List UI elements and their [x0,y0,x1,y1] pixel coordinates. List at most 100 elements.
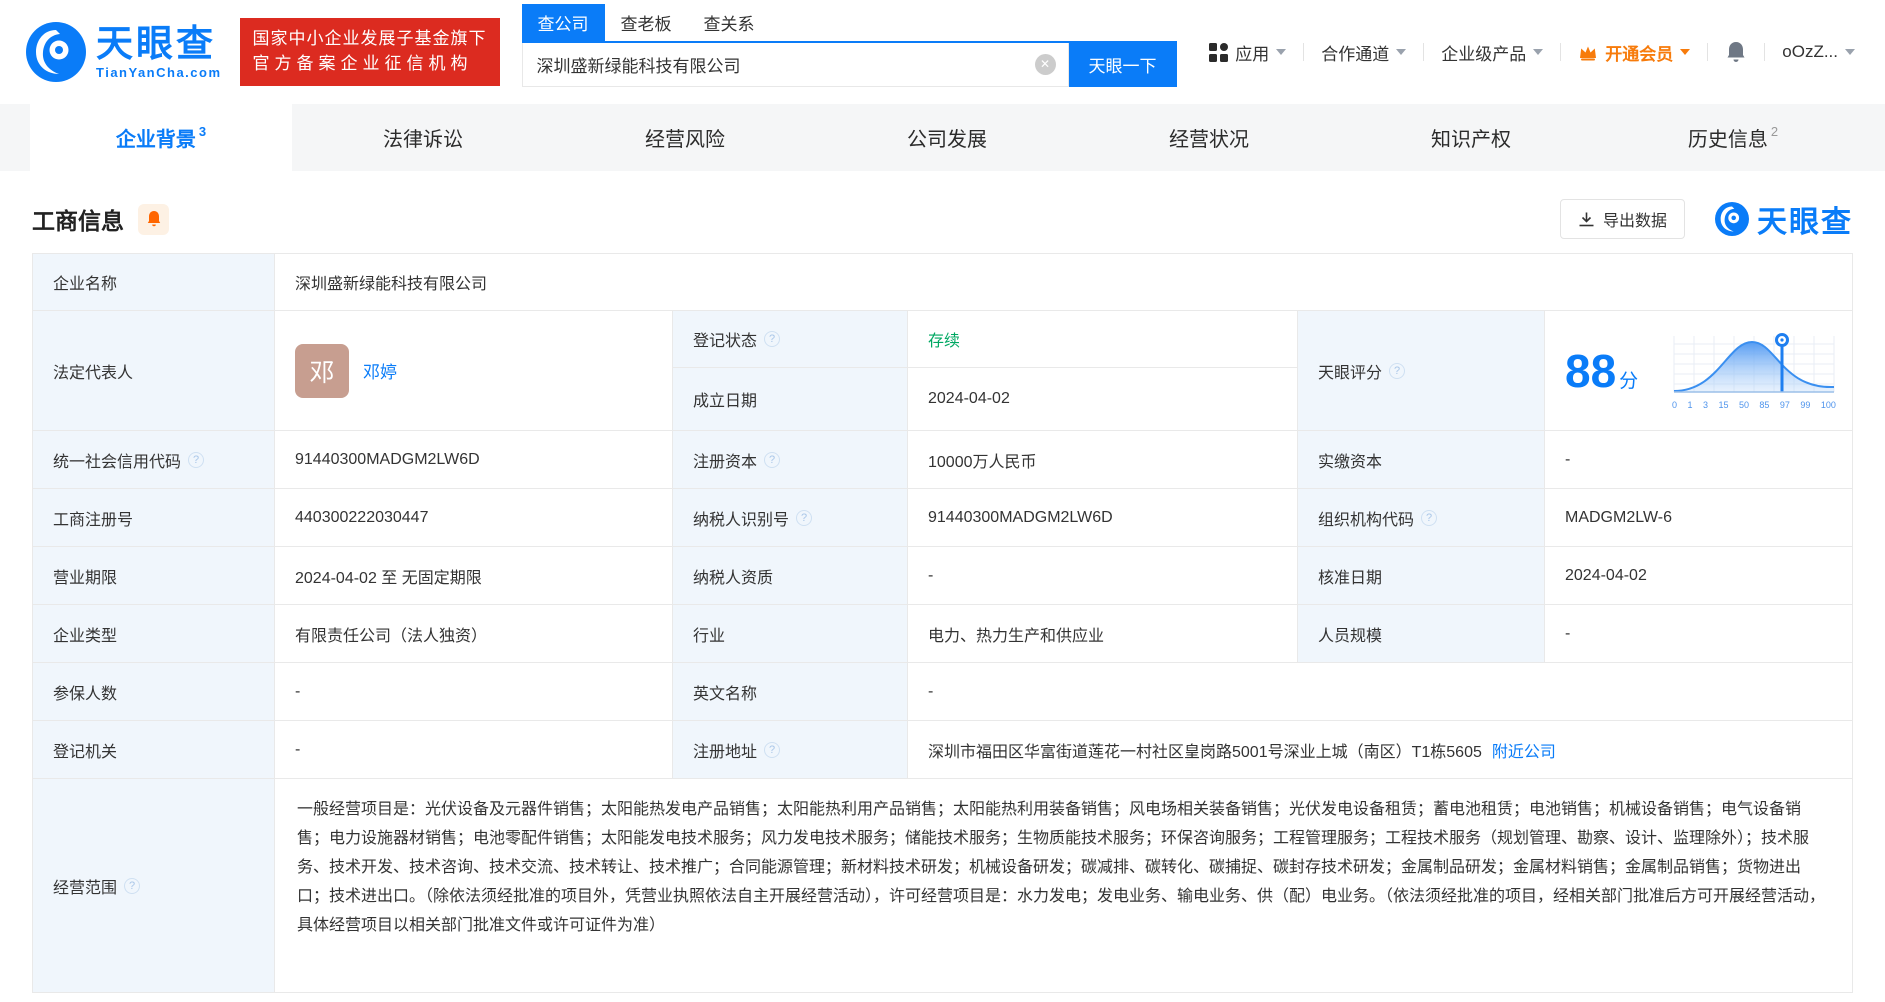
staff-size-label: 人员规模 [1298,605,1545,663]
help-icon[interactable]: ? [764,451,781,468]
gov-badge-line2: 官方备案企业征信机构 [252,54,473,73]
tab-company-development[interactable]: 公司发展 [816,104,1078,171]
nearby-companies-link[interactable]: 附近公司 [1492,738,1556,762]
taxpayer-id-value: 91440300MADGM2LW6D [908,489,1298,547]
tab-operation-risk[interactable]: 经营风险 [554,104,816,171]
label-text: 登记状态 [693,333,758,350]
taxpayer-id-label: 纳税人识别号? [673,489,908,547]
insured-count-label: 参保人数 [33,663,275,721]
reg-authority-label: 登记机关 [33,721,275,779]
tab-intellectual-property[interactable]: 知识产权 [1340,104,1602,171]
establish-date-value: 2024-04-02 [908,368,1298,431]
label-text: 纳税人识别号 [693,511,790,529]
paid-capital-value: - [1545,431,1852,489]
content: 工商信息 导出数据 天眼查 企业名称 深圳盛新绿能科技有限公司 法定代表人 邓 … [0,197,1885,993]
search-input[interactable] [522,42,1068,86]
business-scope-value: 一般经营项目是：光伏设备及元器件销售；太阳能热发电产品销售；太阳能热利用产品销售… [275,779,1852,992]
search-tabs: 查公司 查老板 查关系 [521,3,1177,41]
section-title: 工商信息 [32,208,124,234]
label-text: 统一社会信用代码 [53,453,182,471]
reg-status-value: 存续 [908,311,1298,368]
nav-user[interactable]: oOzZ... [1782,42,1855,62]
company-type-label: 企业类型 [33,605,275,663]
staff-size-value: - [1545,605,1852,663]
address-text: 深圳市福田区华富街道莲花一村社区皇岗路5001号深业上城（南区）T1栋5605 [928,743,1482,761]
taxpayer-qual-value: - [908,547,1298,605]
watermark-logo-icon [1715,202,1749,236]
chevron-down-icon [1396,49,1407,60]
legal-rep-link[interactable]: 邓婷 [363,358,397,383]
search-tab-relation[interactable]: 查关系 [688,4,771,41]
subscribe-bell-icon[interactable] [138,203,169,235]
divider [1303,43,1305,61]
help-icon[interactable]: ? [796,509,813,526]
nav-apps[interactable]: 应用 [1209,40,1287,65]
nav-coop-label: 合作通道 [1321,44,1390,64]
search-tab-company[interactable]: 查公司 [521,3,605,41]
help-icon[interactable]: ? [764,331,781,347]
nav-vip-label: 开通会员 [1605,44,1674,64]
tianyancha-logo-icon [26,22,86,82]
divider [1764,43,1766,61]
score-value: 88 分 0 1 3 15 50 85 97 99 100 [1545,311,1852,431]
export-data-button[interactable]: 导出数据 [1559,199,1685,239]
business-info-table: 企业名称 深圳盛新绿能科技有限公司 法定代表人 邓 邓婷 登记状态? 存续 成立… [32,253,1853,993]
apps-grid-icon [1209,42,1229,62]
clear-search-icon[interactable]: ✕ [1034,53,1056,75]
divider [1707,43,1709,61]
search-button[interactable]: 天眼一下 [1068,42,1177,87]
business-scope-label: 经营范围? [33,779,275,992]
address-label: 注册地址? [673,721,908,779]
watermark-logo: 天眼查 [1715,197,1853,241]
nav-enterprise[interactable]: 企业级产品 [1441,40,1544,65]
establish-date-label: 成立日期 [673,368,908,431]
address-value: 深圳市福田区华富街道莲花一村社区皇岗路5001号深业上城（南区）T1栋5605 … [908,721,1852,779]
watermark-text: 天眼查 [1757,206,1853,239]
industry-value: 电力、热力生产和供应业 [908,605,1298,663]
legal-rep-avatar[interactable]: 邓 [295,343,349,398]
company-name-value: 深圳盛新绿能科技有限公司 [275,254,1852,311]
tab-label: 经营状况 [1169,129,1249,151]
nav-enterprise-label: 企业级产品 [1441,44,1527,64]
reg-no-label: 工商注册号 [33,489,275,547]
logo-domain: TianYanCha.com [96,65,222,80]
divider [1560,43,1562,61]
credit-code-label: 统一社会信用代码? [33,431,275,489]
label-text: 注册地址 [693,743,758,761]
nav-coop[interactable]: 合作通道 [1321,40,1407,65]
score-distribution-chart: 0 1 3 15 50 85 97 99 100 [1670,332,1838,410]
tab-operation-status[interactable]: 经营状况 [1078,104,1340,171]
help-icon[interactable]: ? [188,451,205,468]
header: 天眼查 TianYanCha.com 国家中小企业发展子基金旗下 官方备案企业征… [0,0,1885,104]
tab-legal-litigation[interactable]: 法律诉讼 [292,104,554,171]
search-box: ✕ [521,42,1069,87]
crown-icon [1578,43,1598,61]
tab-history-info[interactable]: 历史信息 2 [1602,104,1864,171]
tab-label: 公司发展 [907,129,987,151]
page: 天眼查 TianYanCha.com 国家中小企业发展子基金旗下 官方备案企业征… [0,0,1885,1002]
logo-name: 天眼查 [96,23,216,64]
tab-company-background[interactable]: 企业背景 3 [30,104,292,171]
tianyancha-logo[interactable]: 天眼查 TianYanCha.com [26,22,222,82]
company-tab-bar: 企业背景 3 法律诉讼 经营风险 公司发展 经营状况 知识产权 历史信息 2 [0,104,1885,171]
help-icon[interactable]: ? [764,741,781,758]
reg-authority-value: - [275,721,673,779]
help-icon[interactable]: ? [1421,509,1438,526]
approve-date-value: 2024-04-02 [1545,547,1852,605]
tab-label: 法律诉讼 [383,129,463,151]
tab-label: 企业背景 [115,129,196,151]
tab-label: 知识产权 [1431,129,1511,151]
search-tab-boss[interactable]: 查老板 [605,4,688,41]
approve-date-label: 核准日期 [1298,547,1545,605]
gov-certification-badge: 国家中小企业发展子基金旗下 官方备案企业征信机构 [239,18,500,86]
nav-vip[interactable]: 开通会员 [1578,40,1691,65]
label-text: 天眼评分 [1318,364,1383,382]
credit-code-value: 91440300MADGM2LW6D [275,431,673,489]
tab-badge: 3 [198,124,207,139]
paid-capital-label: 实缴资本 [1298,431,1545,489]
help-icon[interactable]: ? [1389,362,1406,379]
help-icon[interactable]: ? [124,877,141,894]
notification-bell-icon[interactable] [1725,40,1747,64]
company-type-value: 有限责任公司（法人独资） [275,605,673,663]
score-number: 88 分 [1565,348,1638,394]
